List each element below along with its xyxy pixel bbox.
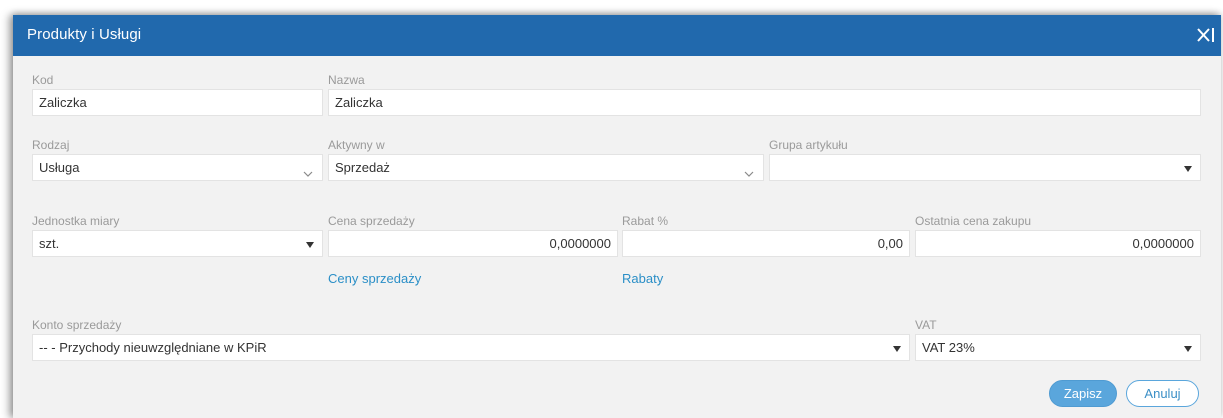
dialog-titlebar: Produkty i Usługi [13,15,1221,56]
rodzaj-select[interactable]: Usługa [32,154,323,181]
cena-sprzedazy-value: 0,0000000 [549,236,611,251]
nazwa-label: Nazwa [328,73,365,87]
konto-sprzedazy-select[interactable]: -- - Przychody nieuwzględniane w KPiR [32,334,910,361]
kod-label: Kod [32,73,54,87]
cena-sprzedazy-input[interactable]: 0,0000000 [328,230,618,257]
product-dialog: Produkty i Usługi Kod Zaliczka Nazwa Zal… [13,15,1221,418]
aktywny-w-value: Sprzedaż [335,160,390,175]
vat-select[interactable]: VAT 23% [915,334,1201,361]
aktywny-w-select[interactable]: Sprzedaż [328,154,764,181]
kod-input[interactable]: Zaliczka [32,89,323,116]
vat-value: VAT 23% [922,340,975,355]
rabat-input[interactable]: 0,00 [622,230,910,257]
dropdown-arrow-icon [1184,346,1192,352]
ostatnia-cena-zakupu-label: Ostatnia cena zakupu [915,214,1032,228]
chevron-down-icon [303,162,313,177]
jednostka-miary-value: szt. [39,236,60,251]
grupa-artykulu-select[interactable] [769,154,1201,181]
dropdown-arrow-icon [1184,166,1192,172]
rabat-label: Rabat % [622,214,669,228]
grupa-artykulu-label: Grupa artykułu [769,138,848,152]
cena-sprzedazy-label: Cena sprzedaży [328,214,415,228]
close-icon[interactable] [1195,24,1217,46]
dialog-title: Produkty i Usługi [27,26,142,43]
konto-sprzedazy-value: -- - Przychody nieuwzględniane w KPiR [39,340,267,355]
jednostka-miary-label: Jednostka miary [32,214,120,228]
konto-sprzedazy-label: Konto sprzedaży [32,318,122,332]
ostatnia-cena-zakupu-value: 0,0000000 [1132,236,1194,251]
rabat-value: 0,00 [877,236,903,251]
ostatnia-cena-zakupu-input[interactable]: 0,0000000 [915,230,1201,257]
save-button[interactable]: Zapisz [1049,380,1117,407]
rabaty-link[interactable]: Rabaty [622,271,663,286]
kod-value: Zaliczka [39,95,87,110]
rodzaj-value: Usługa [39,160,80,175]
aktywny-w-label: Aktywny w [328,138,385,152]
nazwa-input[interactable]: Zaliczka [328,89,1201,116]
vat-label: VAT [915,318,937,332]
jednostka-miary-select[interactable]: szt. [32,230,323,257]
chevron-down-icon [744,162,754,177]
dropdown-arrow-icon [306,242,314,248]
rodzaj-label: Rodzaj [32,138,70,152]
dropdown-arrow-icon [893,346,901,352]
ceny-sprzedazy-link[interactable]: Ceny sprzedaży [328,271,421,286]
cancel-button[interactable]: Anuluj [1126,380,1199,407]
nazwa-value: Zaliczka [335,95,383,110]
